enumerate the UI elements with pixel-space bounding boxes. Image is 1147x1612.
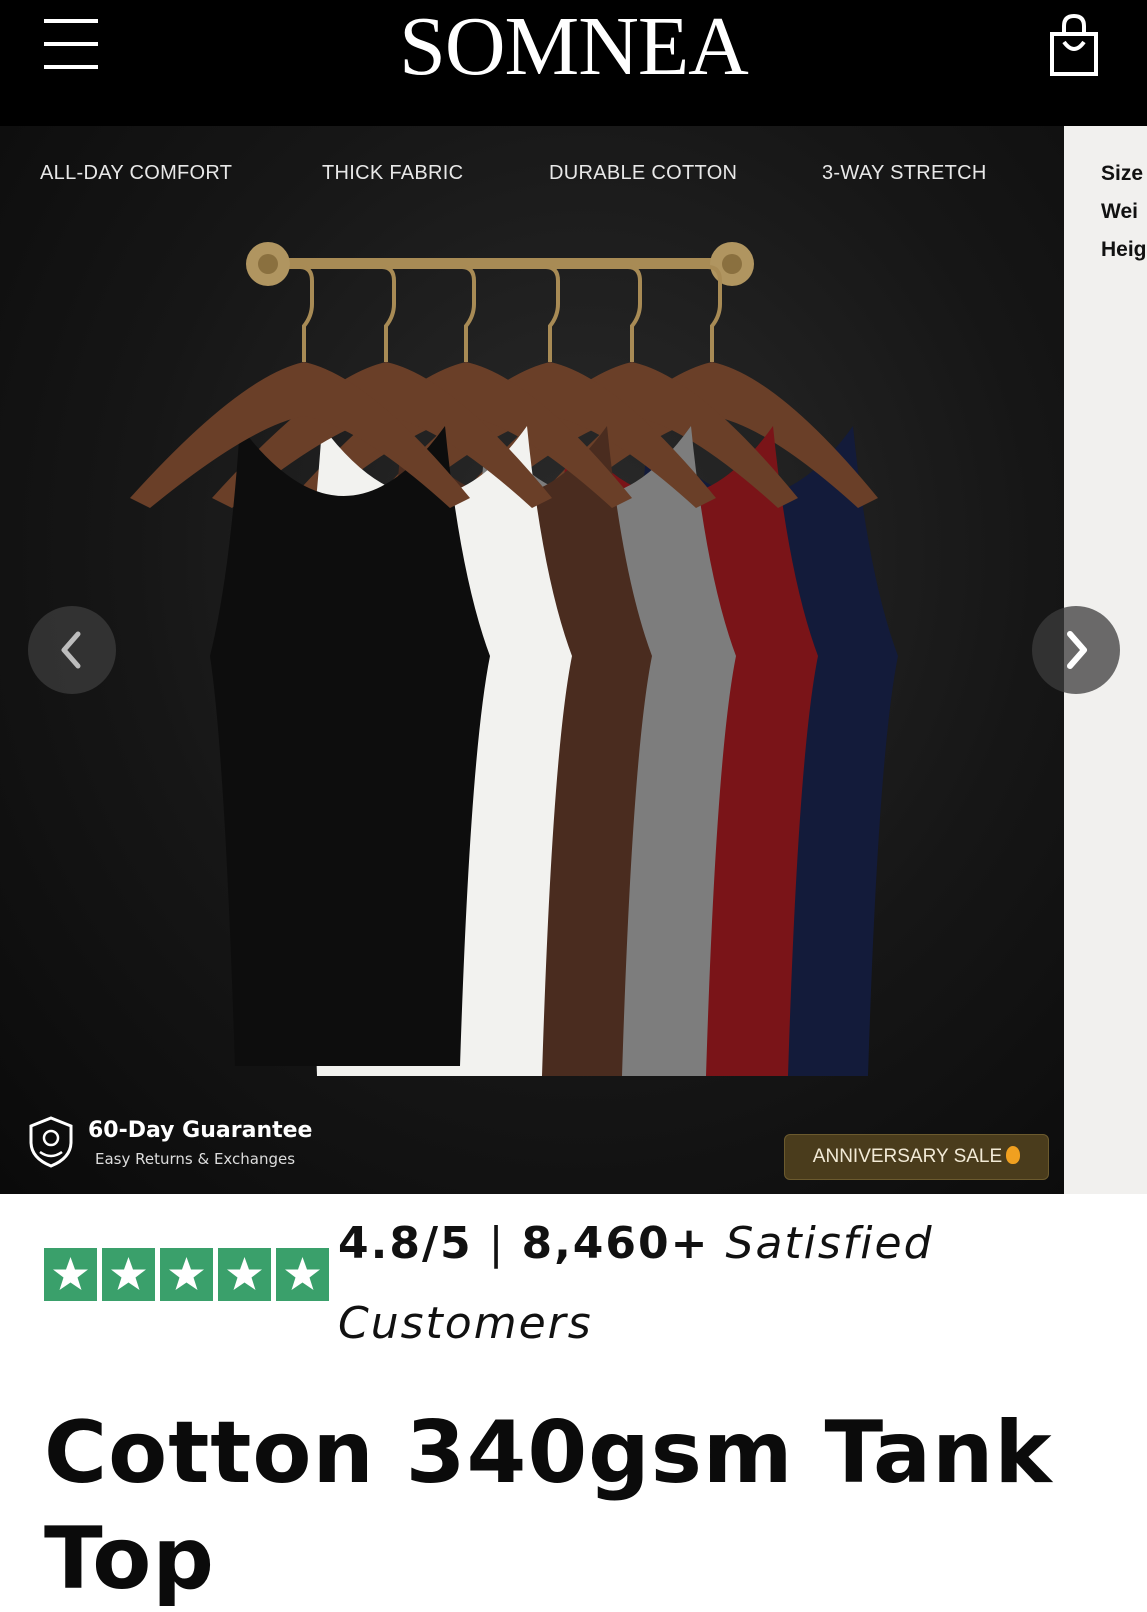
shopping-bag-icon (1050, 13, 1098, 76)
rating-separator: | (488, 1218, 506, 1269)
star-icon (102, 1248, 155, 1301)
fire-icon (1006, 1146, 1021, 1164)
star-icon (276, 1248, 329, 1301)
cart-button[interactable] (1047, 12, 1101, 78)
guarantee-subtitle: Easy Returns & Exchanges (95, 1150, 296, 1168)
product-title-line1: Cotton 340gsm Tank (44, 1403, 1053, 1503)
product-image-carousel[interactable]: ALL-DAY COMFORT THICK FABRIC DURABLE COT… (0, 126, 1147, 1194)
star-icon (218, 1248, 271, 1301)
product-title-line2: Top (44, 1509, 215, 1609)
guarantee-title: 60-Day Guarantee (88, 1118, 313, 1143)
tank-tops-on-rack-image (130, 242, 898, 1076)
chevron-left-icon (61, 631, 81, 669)
brand-logo[interactable]: SOMNEA (0, 2, 1147, 92)
carousel-slide-main: ALL-DAY COMFORT THICK FABRIC DURABLE COT… (0, 126, 1064, 1194)
rating-label-satisfied: Satisfied (725, 1218, 934, 1269)
next-slide-spec: Wei (1101, 200, 1138, 223)
site-header: SOMNEA (0, 0, 1147, 126)
shield-badge-icon (29, 1116, 73, 1168)
anniversary-sale-badge: ANNIVERSARY SALE (784, 1134, 1049, 1180)
sale-badge-label: ANNIVERSARY SALE (812, 1146, 1003, 1167)
rating-summary: 4.8/5 | 8,460+ Satisfied Customers (0, 1194, 1147, 1349)
carousel-prev-button[interactable] (28, 606, 116, 694)
star-icon (44, 1248, 97, 1301)
next-slide-spec: Heig (1101, 238, 1147, 261)
next-slide-spec: Size (1101, 162, 1144, 185)
chevron-right-icon (1067, 631, 1087, 669)
rating-label-customers: Customers (338, 1298, 593, 1349)
rating-count: 8,460+ (521, 1218, 710, 1269)
star-icon (160, 1248, 213, 1301)
guarantee-badge: 60-Day Guarantee Easy Returns & Exchange… (28, 1116, 388, 1176)
product-title: Cotton 340gsm Tank Top (44, 1400, 1104, 1612)
rating-score: 4.8/5 (338, 1218, 473, 1269)
rating-text: 4.8/5 | 8,460+ Satisfied Customers (338, 1204, 978, 1364)
carousel-next-button[interactable] (1032, 606, 1120, 694)
